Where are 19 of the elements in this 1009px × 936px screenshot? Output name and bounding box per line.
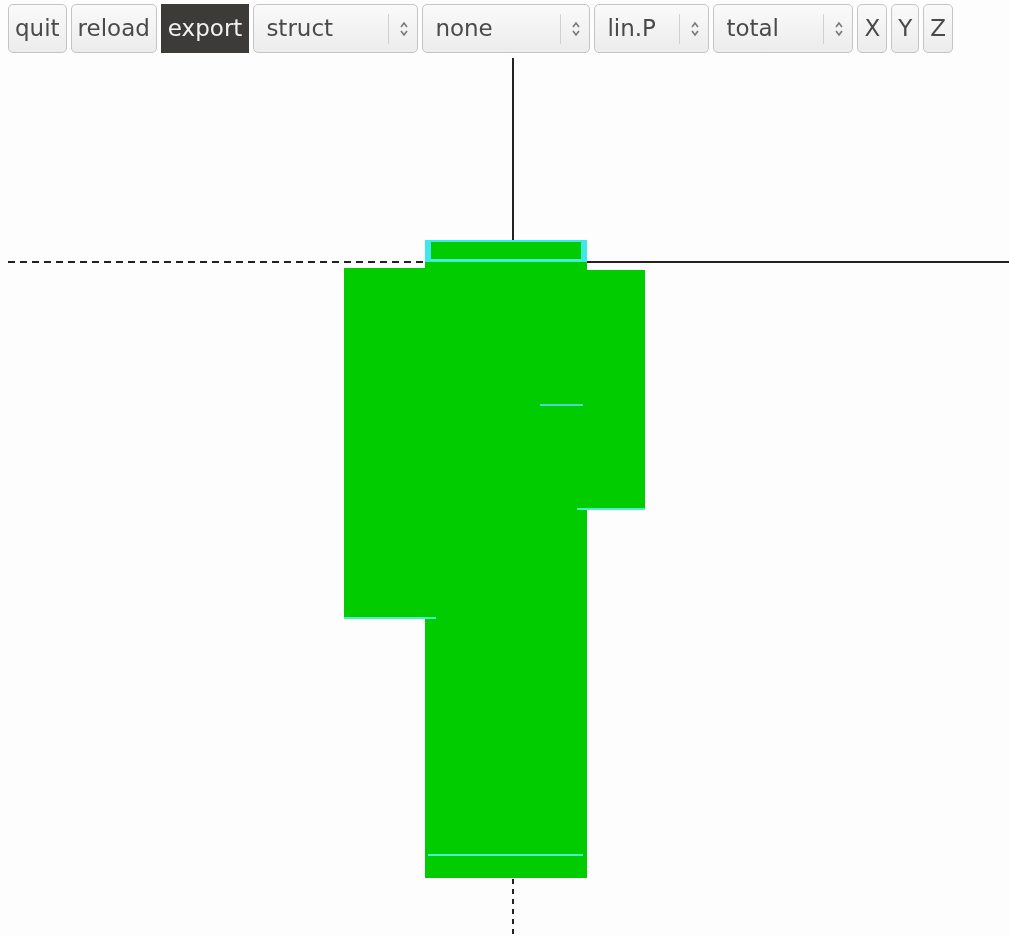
up-down-icon (571, 19, 582, 38)
toolbar-button[interactable]: Y (891, 4, 920, 53)
dropdown-value: lin.P (607, 14, 656, 43)
up-down-icon (690, 19, 701, 38)
toolbar-button[interactable]: reload (70, 4, 157, 53)
toolbar-button[interactable]: export (160, 4, 250, 53)
up-down-icon (834, 19, 845, 38)
toolbar-button[interactable]: quit (8, 4, 67, 53)
dropdown[interactable]: lin.P (594, 4, 710, 53)
dropdown[interactable]: total (713, 4, 854, 53)
dropdown-value: none (435, 14, 493, 43)
dropdown-value: total (726, 14, 779, 43)
up-down-icon (399, 19, 410, 38)
dropdown-value: struct (266, 14, 334, 43)
dropdown[interactable]: none (422, 4, 591, 53)
axis-line (512, 878, 514, 936)
toolbar-button[interactable]: Z (923, 4, 953, 53)
toolbar-button[interactable]: X (857, 4, 888, 53)
dropdown[interactable]: struct (253, 4, 419, 53)
